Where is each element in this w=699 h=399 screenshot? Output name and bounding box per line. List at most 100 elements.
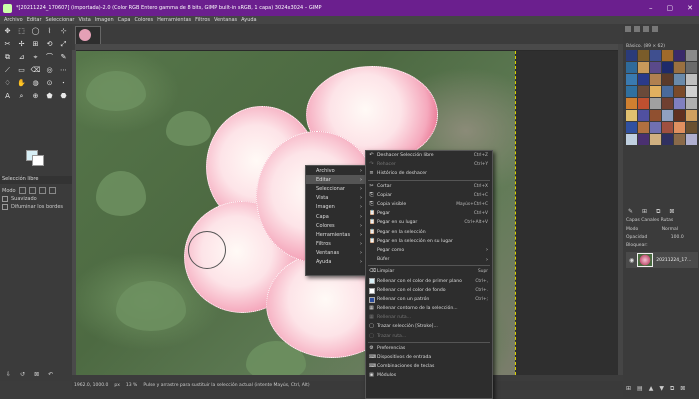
context-menu-item-herramientas[interactable]: Herramientas › (306, 230, 366, 239)
tool-icon[interactable]: ◍ (30, 78, 41, 88)
unit-select[interactable]: px (114, 383, 120, 388)
context-menu-item-seleccionar[interactable]: Seleccionar › (306, 184, 366, 193)
pattern-swatch[interactable] (650, 74, 661, 85)
tool-icon[interactable]: ⟋ (2, 65, 13, 75)
pattern-swatch[interactable] (638, 86, 649, 97)
pattern-swatch[interactable] (650, 134, 661, 145)
context-menu-item-archivo[interactable]: Archivo › (306, 166, 366, 175)
pattern-swatch[interactable] (626, 74, 637, 85)
menu-filtros[interactable]: Filtros (195, 17, 210, 23)
pattern-swatch[interactable] (674, 74, 685, 85)
pattern-swatch[interactable] (638, 62, 649, 73)
pattern-swatch[interactable] (626, 122, 637, 133)
delete-layer-icon[interactable]: ⊠ (680, 385, 685, 393)
pattern-swatch[interactable] (674, 86, 685, 97)
menu-colores[interactable]: Colores (134, 17, 153, 23)
fg-bg-colors[interactable] (26, 150, 44, 166)
fonts-tab-icon[interactable] (643, 26, 649, 32)
tool-icon[interactable]: ⌒ (44, 52, 55, 62)
pattern-swatch[interactable] (686, 50, 697, 61)
tool-icon[interactable]: ⊞ (30, 39, 41, 49)
image-tab-thumbnail[interactable] (75, 26, 101, 46)
edit-menu-item[interactable]: 📋 Pegar en la selección (366, 228, 492, 237)
tool-icon[interactable]: ◎ (44, 65, 55, 75)
pattern-swatch[interactable] (638, 98, 649, 109)
layer-mode-select[interactable]: Normal (662, 227, 678, 232)
minimize-button[interactable]: – (649, 4, 653, 12)
menu-seleccionar[interactable]: Seleccionar (46, 17, 75, 23)
pattern-swatch[interactable] (662, 134, 673, 145)
edit-menu-item[interactable]: ▦ Rellenar contorno de la selección... (366, 304, 492, 313)
tool-icon[interactable]: ✢ (16, 39, 27, 49)
feather-option[interactable]: Difuminar los bordes (2, 204, 63, 210)
background-color-swatch[interactable] (32, 155, 44, 166)
duplicate-layer-icon[interactable]: ⧉ (670, 385, 674, 393)
pattern-swatch[interactable] (662, 122, 673, 133)
pattern-swatch[interactable] (686, 62, 697, 73)
tool-icon[interactable]: ⌕ (16, 91, 27, 101)
tool-icon[interactable]: ⊿ (16, 52, 27, 62)
new-layer-icon[interactable]: ⊞ (626, 385, 631, 393)
tool-icon[interactable]: ▭ (16, 65, 27, 75)
context-menu-item-filtros[interactable]: Filtros › (306, 240, 366, 249)
pattern-swatch[interactable] (662, 110, 673, 121)
pattern-swatch[interactable] (626, 50, 637, 61)
tool-icon[interactable]: ⌇ (44, 26, 55, 36)
pattern-swatch[interactable] (674, 62, 685, 73)
edit-menu-item[interactable]: 📋 Pegar Ctrl+V (366, 209, 492, 218)
menu-capa[interactable]: Capa (118, 17, 131, 23)
edit-menu-item[interactable]: ⎘ Copia visible Mayús+Ctrl+C (366, 200, 492, 209)
pattern-swatch[interactable] (650, 110, 661, 121)
layers-tabs[interactable]: Capas Canales Rutas (626, 218, 673, 223)
pattern-swatch[interactable] (650, 122, 661, 133)
tool-icon[interactable]: ⧉ (2, 52, 13, 62)
pattern-swatch[interactable] (650, 98, 661, 109)
edit-menu-item[interactable]: ↶ Deshacer Selección libre Ctrl+Z (366, 151, 492, 160)
edit-menu-item[interactable]: ✂ Cortar Ctrl+X (366, 182, 492, 191)
pattern-swatch[interactable] (638, 134, 649, 145)
maximize-button[interactable]: ▢ (667, 4, 674, 12)
context-menu-item-capa[interactable]: Capa › (306, 212, 366, 221)
delete-preset-icon[interactable]: ⊠ (34, 371, 39, 378)
pattern-swatch[interactable] (674, 134, 685, 145)
tool-icon[interactable]: ✎ (58, 52, 69, 62)
menu-archivo[interactable]: Archivo (4, 17, 23, 23)
pattern-swatch[interactable] (650, 50, 661, 61)
document-history-tab-icon[interactable] (652, 26, 658, 32)
pattern-swatch[interactable] (662, 86, 673, 97)
opacity-slider[interactable]: 100.0 (671, 235, 684, 240)
patterns-tab-icon[interactable] (634, 26, 640, 32)
tool-icon[interactable]: ♢ (2, 78, 13, 88)
pattern-swatch[interactable] (662, 50, 673, 61)
pattern-swatch[interactable] (674, 98, 685, 109)
feather-checkbox[interactable] (2, 204, 8, 210)
menu-editar[interactable]: Editar (27, 17, 42, 23)
new-pattern-icon[interactable]: ⊞ (642, 208, 647, 216)
edit-menu-item[interactable]: ⌨ Dispositivos de entrada (366, 353, 492, 362)
new-group-icon[interactable]: ▤ (637, 385, 643, 393)
menu-ayuda[interactable]: Ayuda (241, 17, 256, 23)
menu-ventanas[interactable]: Ventanas (214, 17, 237, 23)
layer-row[interactable]: ◉ 20211224_17... (626, 252, 698, 268)
tool-icon[interactable]: ⊙ (44, 78, 55, 88)
pattern-swatch[interactable] (626, 86, 637, 97)
pattern-swatch[interactable] (662, 98, 673, 109)
tool-icon[interactable]: ⬣ (58, 91, 69, 101)
edit-menu-item[interactable]: Rellenar con el color de fondo Ctrl+. (366, 286, 492, 295)
context-menu-item-ventanas[interactable]: Ventanas › (306, 249, 366, 258)
menu-imagen[interactable]: Imagen (95, 17, 114, 23)
eye-icon[interactable]: ◉ (629, 257, 634, 264)
edit-menu-item[interactable]: ⚙ Preferencias (366, 344, 492, 353)
edit-menu-item[interactable]: 📋 Pegar en su lugar Ctrl+Alt+V (366, 218, 492, 227)
menu-herramientas[interactable]: Herramientas (157, 17, 191, 23)
reset-icon[interactable]: ↶ (48, 371, 53, 378)
context-menu-item-vista[interactable]: Vista › (306, 194, 366, 203)
raise-layer-icon[interactable]: ▲ (649, 385, 654, 393)
tool-icon[interactable]: ꞏ (58, 78, 69, 88)
tool-icon[interactable]: ⬟ (44, 91, 55, 101)
pattern-swatch[interactable] (686, 86, 697, 97)
edit-menu-item[interactable]: Búfer › (366, 255, 492, 264)
save-preset-icon[interactable]: ⇩ (6, 371, 11, 378)
duplicate-pattern-icon[interactable]: ⧉ (656, 208, 660, 216)
pattern-swatch[interactable] (686, 74, 697, 85)
